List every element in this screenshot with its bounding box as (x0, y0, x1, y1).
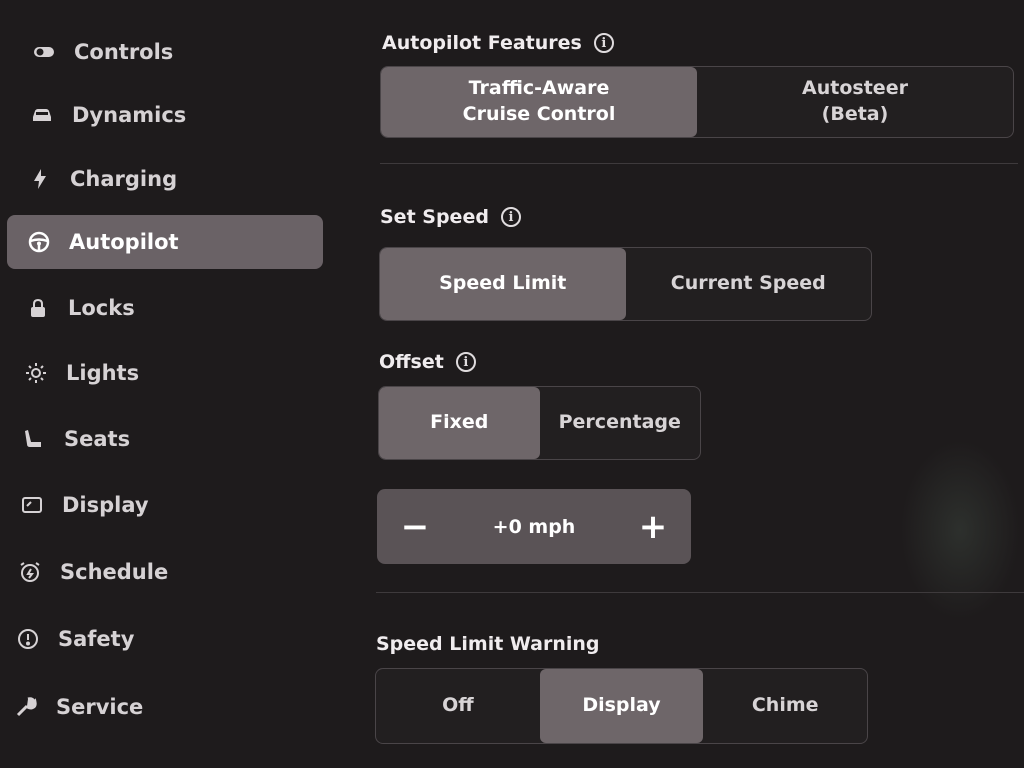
option-autosteer[interactable]: Autosteer (Beta) (697, 67, 1013, 137)
display-icon (18, 491, 46, 519)
option-traffic-aware-cruise-control[interactable]: Traffic-Aware Cruise Control (381, 67, 697, 137)
car-icon (28, 101, 56, 129)
sidebar-item-label: Controls (74, 40, 174, 64)
sidebar-item-safety[interactable]: Safety (14, 612, 134, 666)
lock-icon (24, 294, 52, 322)
speed-limit-warning-heading: Speed Limit Warning (376, 633, 600, 655)
seat-icon (20, 425, 48, 453)
sidebar-item-label: Display (62, 493, 149, 517)
sidebar-item-lights[interactable]: Lights (22, 346, 139, 400)
info-icon[interactable]: i (455, 352, 476, 372)
divider (380, 163, 1018, 164)
sidebar-item-label: Locks (68, 296, 135, 320)
option-current-speed[interactable]: Current Speed (626, 248, 872, 320)
option-percentage[interactable]: Percentage (540, 387, 701, 459)
offset-heading: Offset i (379, 351, 476, 373)
offset-stepper: − +0 mph + (377, 489, 691, 564)
info-icon[interactable]: i (593, 33, 614, 53)
toggle-icon (30, 38, 58, 66)
set-speed-heading: Set Speed i (380, 206, 521, 228)
info-icon[interactable]: i (500, 207, 521, 227)
increment-button[interactable]: + (633, 510, 673, 544)
sidebar-item-dynamics[interactable]: Dynamics (28, 88, 186, 142)
sidebar-item-label: Dynamics (72, 103, 187, 127)
lightning-icon (26, 165, 54, 193)
decrement-button[interactable]: − (395, 510, 435, 544)
sidebar-item-label: Schedule (60, 560, 169, 584)
sun-icon (22, 359, 50, 387)
sidebar-item-label: Autopilot (69, 230, 179, 254)
sidebar-item-seats[interactable]: Seats (20, 412, 130, 466)
sidebar-item-label: Service (56, 695, 144, 719)
sidebar-item-display[interactable]: Display (18, 478, 149, 532)
sidebar-item-label: Lights (66, 361, 140, 385)
option-speed-limit[interactable]: Speed Limit (380, 248, 626, 320)
offset-value: +0 mph (492, 515, 576, 538)
sidebar-item-service[interactable]: Service (12, 680, 143, 734)
wrench-icon (12, 693, 40, 721)
option-off[interactable]: Off (376, 669, 540, 743)
sidebar-item-schedule[interactable]: Schedule (16, 545, 168, 599)
sidebar-item-label: Charging (70, 167, 178, 191)
speed-limit-warning-segmented-control: Off Display Chime (375, 668, 868, 744)
sidebar-item-charging[interactable]: Charging (26, 152, 177, 206)
set-speed-segmented-control: Speed Limit Current Speed (379, 247, 872, 321)
option-fixed[interactable]: Fixed (379, 387, 540, 459)
sidebar: Controls Dynamics Charging Autopilot Loc… (0, 0, 330, 768)
sidebar-item-autopilot[interactable]: Autopilot (7, 215, 323, 269)
sidebar-item-label: Safety (58, 627, 135, 651)
sidebar-item-controls[interactable]: Controls (30, 25, 173, 79)
autopilot-features-heading: Autopilot Features i (382, 32, 614, 54)
alarm-clock-icon (16, 558, 44, 586)
sidebar-item-label: Seats (64, 427, 131, 451)
divider (376, 592, 1024, 593)
offset-segmented-control: Fixed Percentage (378, 386, 701, 460)
sidebar-item-locks[interactable]: Locks (24, 281, 135, 335)
option-display[interactable]: Display (539, 669, 704, 743)
steering-wheel-icon (25, 228, 53, 256)
alert-circle-icon (14, 625, 42, 653)
autopilot-features-segmented-control: Traffic-Aware Cruise Control Autosteer (… (380, 66, 1014, 138)
option-chime[interactable]: Chime (703, 669, 867, 743)
background-glow (900, 440, 1020, 620)
